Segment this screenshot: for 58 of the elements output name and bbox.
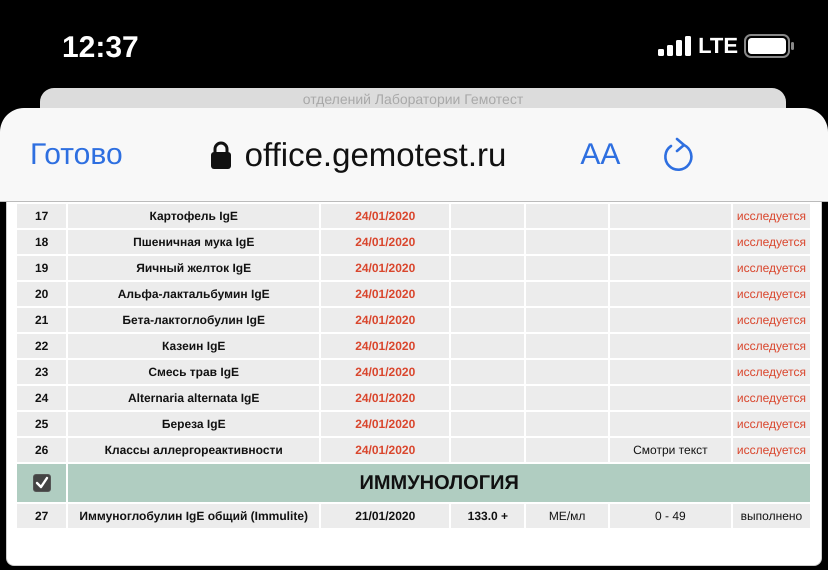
checkbox[interactable] [32, 474, 51, 492]
test-name: Береза IgE [68, 412, 320, 436]
test-date: 24/01/2020 [321, 360, 450, 384]
test-date: 24/01/2020 [321, 308, 450, 332]
text-size-button[interactable]: AA [580, 138, 620, 172]
done-button[interactable]: Готово [30, 138, 123, 172]
test-date: 24/01/2020 [321, 386, 450, 410]
test-date: 24/01/2020 [321, 204, 450, 228]
row-number: 22 [17, 334, 66, 358]
test-name: Alternaria alternata IgE [68, 386, 320, 410]
row-number: 18 [17, 230, 66, 254]
test-date: 24/01/2020 [321, 412, 450, 436]
row-number: 24 [17, 386, 66, 410]
url-text[interactable]: office.gemotest.ru [244, 136, 506, 174]
test-status: исследуется [732, 308, 810, 332]
test-status: исследуется [732, 360, 810, 384]
test-date: 24/01/2020 [321, 334, 450, 358]
test-date: 21/01/2020 [321, 504, 450, 528]
battery-icon [744, 34, 794, 58]
test-name: Классы аллергореактивности [68, 438, 320, 462]
test-name: Смесь трав IgE [68, 360, 320, 384]
row-number: 27 [17, 504, 66, 528]
reference-range: 0 - 49 [610, 504, 731, 528]
test-status: исследуется [732, 230, 810, 254]
test-status: исследуется [732, 256, 810, 280]
clock-time: 12:37 [62, 31, 139, 65]
row-number: 20 [17, 282, 66, 306]
test-status: исследуется [732, 438, 810, 462]
units: МЕ/мл [526, 504, 608, 528]
row-number: 19 [17, 256, 66, 280]
row-number: 21 [17, 308, 66, 332]
row-number: 23 [17, 360, 66, 384]
row-number: 25 [17, 412, 66, 436]
test-name: Альфа-лактальбумин IgE [68, 282, 320, 306]
reference-range: Смотри текст [610, 438, 731, 462]
test-status: выполнено [732, 504, 810, 528]
test-status: исследуется [732, 282, 810, 306]
test-name: Иммуноглобулин IgE общий (Immulite) [68, 504, 320, 528]
test-name: Бета-лактоглобулин IgE [68, 308, 320, 332]
test-status: исследуется [732, 412, 810, 436]
test-date: 24/01/2020 [321, 438, 450, 462]
network-label: LTE [698, 33, 738, 59]
section-heading: ИММУНОЛОГИЯ [68, 464, 810, 502]
lock-icon [210, 140, 231, 170]
test-date: 24/01/2020 [321, 256, 450, 280]
test-status: исследуется [732, 386, 810, 410]
test-name: Казеин IgE [68, 334, 320, 358]
test-date: 24/01/2020 [321, 282, 450, 306]
test-name: Яичный желток IgE [68, 256, 320, 280]
result-value: 133.0 + [451, 504, 524, 528]
test-date: 24/01/2020 [321, 230, 450, 254]
row-number: 26 [17, 438, 66, 462]
row-number: 17 [17, 204, 66, 228]
test-status: исследуется [732, 204, 810, 228]
test-status: исследуется [732, 334, 810, 358]
test-name: Пшеничная мука IgE [68, 230, 320, 254]
signal-icon [658, 36, 692, 56]
test-name: Картофель IgE [68, 204, 320, 228]
